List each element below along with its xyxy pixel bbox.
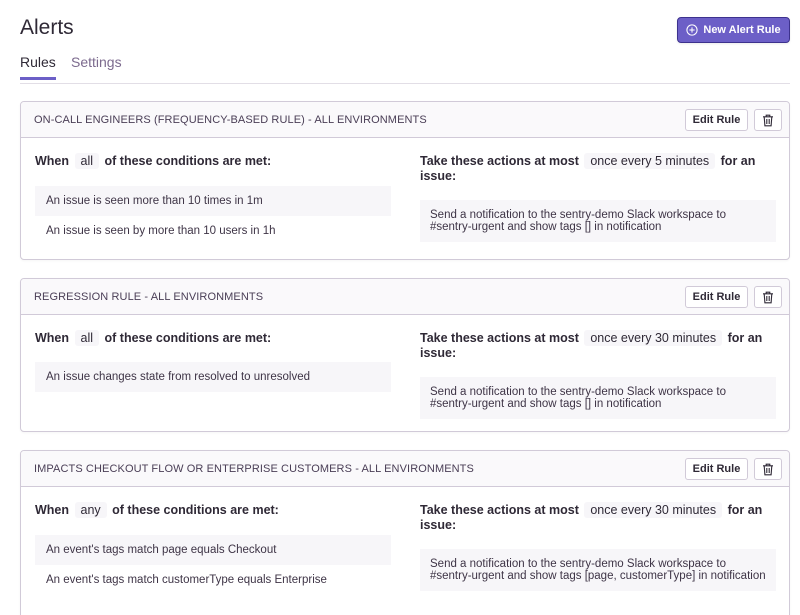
trash-icon [763,114,773,126]
rule-card: Regression Rule - All Environments Edit … [20,278,790,432]
condition-item: An issue changes state from resolved to … [35,362,391,392]
actions-heading: Take these actions at most once every 30… [420,330,780,360]
condition-item: An event's tags match page equals Checko… [35,535,391,565]
new-alert-rule-label: New Alert Rule [703,24,781,36]
actions-heading: Take these actions at most once every 5 … [420,153,780,183]
trash-icon [763,463,773,475]
rule-title: Regression Rule - All Environments [34,291,264,303]
page-title: Alerts [20,16,74,39]
when-prefix: When [35,331,70,345]
frequency-pill: once every 30 minutes [584,330,723,346]
tab-rules[interactable]: Rules [20,54,56,80]
conditions-heading: When all of these conditions are met: [35,330,271,346]
when-suffix: of these conditions are met: [104,154,272,168]
tab-bar: Rules Settings [20,50,790,84]
match-type-pill: any [74,502,107,518]
edit-rule-button[interactable]: Edit Rule [685,458,748,480]
match-type-pill: all [74,153,100,169]
condition-item: An event's tags match customerType equal… [46,574,327,586]
new-alert-rule-button[interactable]: New Alert Rule [677,17,790,43]
conditions-heading: When any of these conditions are met: [35,502,279,518]
rule-header: On-Call Engineers (Frequency-based rule)… [21,102,789,138]
actions-heading: Take these actions at most once every 30… [420,502,780,532]
conditions-heading: When all of these conditions are met: [35,153,271,169]
rule-header: Impacts Checkout Flow or Enterprise Cust… [21,451,789,487]
rule-title: On-Call Engineers (Frequency-based rule)… [34,114,427,126]
action-item: Send a notification to the sentry-demo S… [420,377,776,419]
when-prefix: When [35,154,70,168]
action-item: Send a notification to the sentry-demo S… [420,200,776,242]
tab-settings[interactable]: Settings [71,54,122,80]
actions-prefix: Take these actions at most [420,331,579,345]
edit-rule-button[interactable]: Edit Rule [685,286,748,308]
delete-rule-button[interactable] [754,286,782,308]
condition-item: An issue is seen more than 10 times in 1… [35,186,391,216]
when-prefix: When [35,503,70,517]
edit-rule-button[interactable]: Edit Rule [685,109,748,131]
rule-card: Impacts Checkout Flow or Enterprise Cust… [20,450,790,615]
actions-prefix: Take these actions at most [420,154,579,168]
action-item: Send a notification to the sentry-demo S… [420,549,776,591]
frequency-pill: once every 5 minutes [584,153,716,169]
actions-prefix: Take these actions at most [420,503,579,517]
frequency-pill: once every 30 minutes [584,502,723,518]
trash-icon [763,291,773,303]
delete-rule-button[interactable] [754,109,782,131]
rule-header: Regression Rule - All Environments Edit … [21,279,789,315]
match-type-pill: all [74,330,100,346]
delete-rule-button[interactable] [754,458,782,480]
when-suffix: of these conditions are met: [104,331,272,345]
rule-card: On-Call Engineers (Frequency-based rule)… [20,101,790,260]
condition-item: An issue is seen by more than 10 users i… [46,225,276,237]
plus-circle-icon [686,24,699,36]
when-suffix: of these conditions are met: [112,503,279,517]
rule-title: Impacts Checkout Flow or Enterprise Cust… [34,463,474,475]
